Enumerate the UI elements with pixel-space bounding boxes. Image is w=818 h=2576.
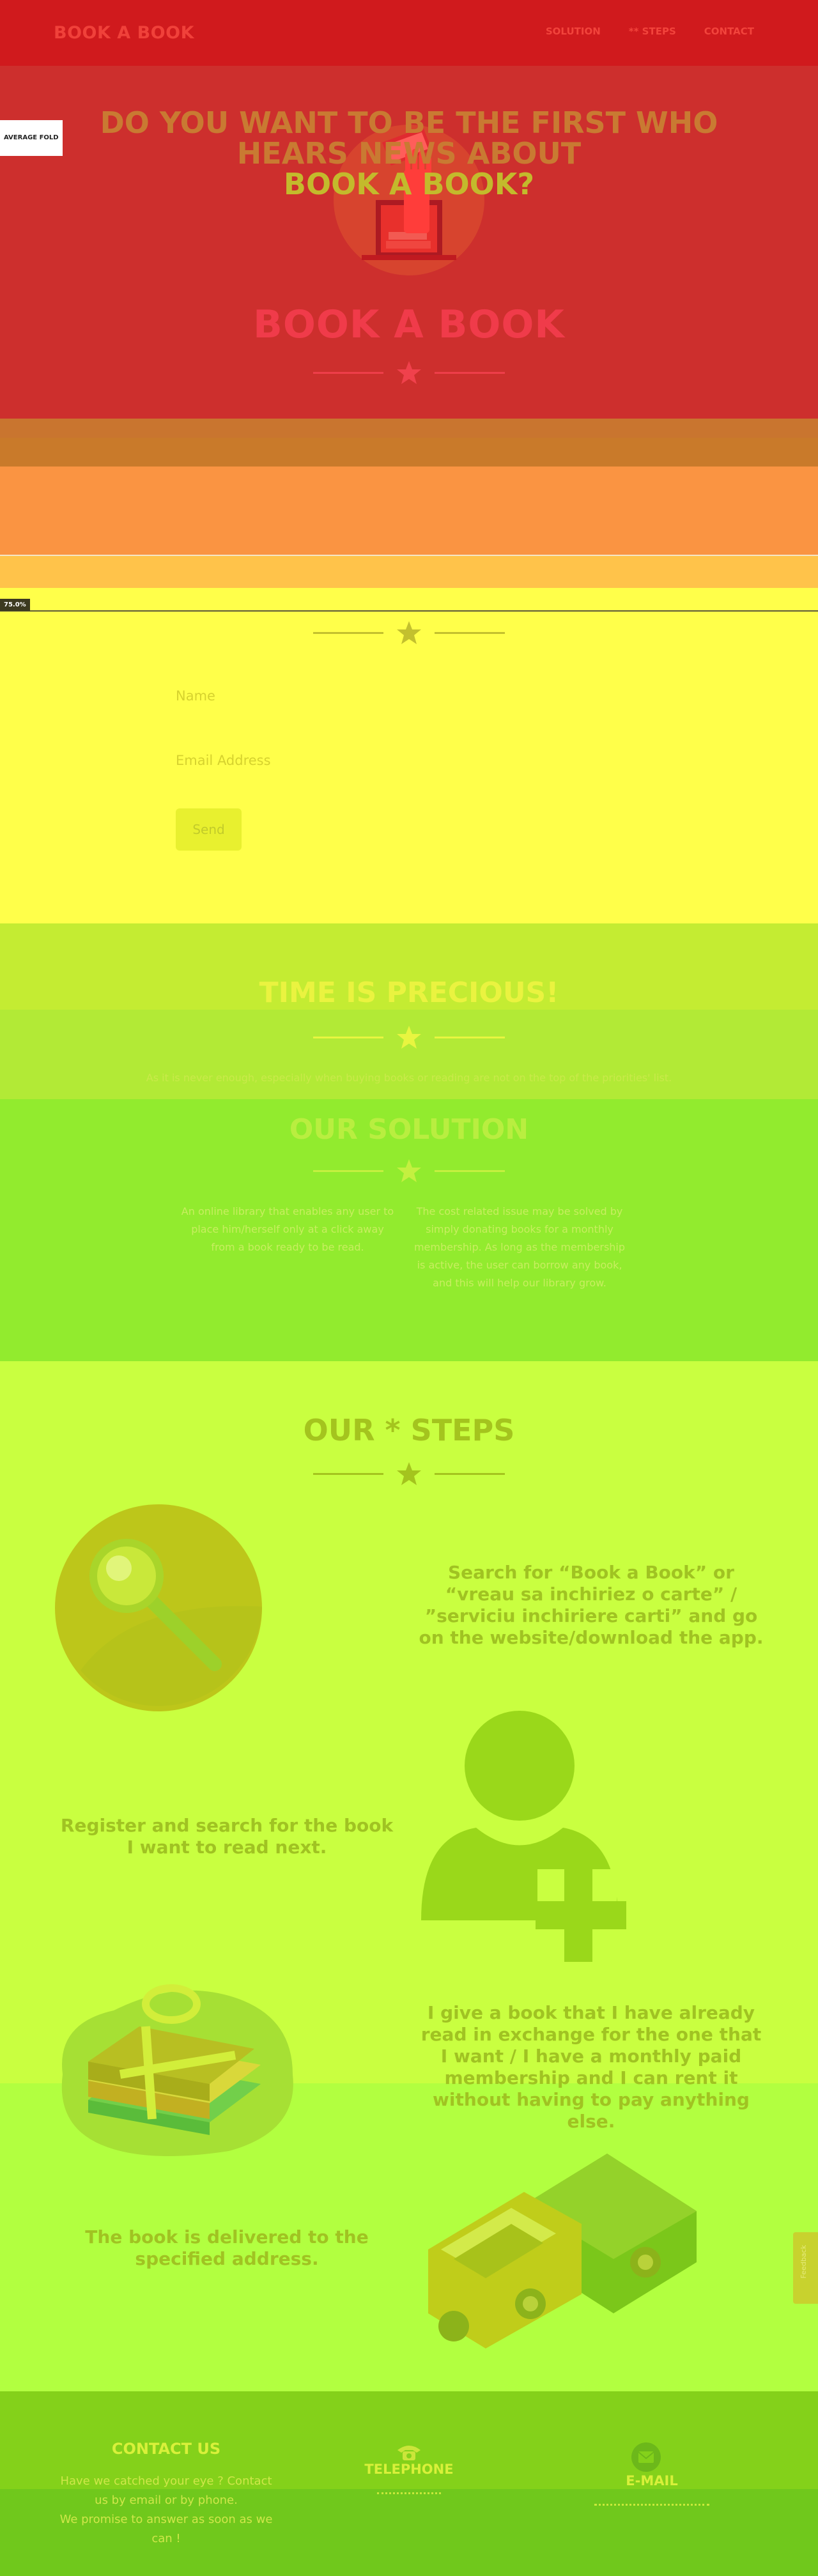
add-user-icon [421, 1711, 626, 1962]
time-title: TIME IS PRECIOUS! [259, 976, 559, 1009]
step-4-text: The book is delivered to the specified a… [85, 2226, 369, 2269]
percent-label: 75.0% [0, 599, 30, 611]
step-3-text: I give a book that I have already read i… [421, 2002, 762, 2132]
feedback-label: Feedback [799, 2245, 808, 2279]
brand-logo[interactable]: BOOK A BOOK [54, 23, 194, 43]
nav-link-steps[interactable]: ** STEPS [629, 26, 676, 37]
solution-divider [313, 1158, 505, 1184]
star-icon [397, 1462, 421, 1485]
telephone-value[interactable] [377, 2492, 441, 2494]
magnifier-icon [55, 1504, 262, 1711]
band [0, 419, 818, 438]
page: BOOK A BOOK SOLUTION ** STEPS CONTACT BO… [0, 0, 818, 2576]
star-icon [397, 621, 421, 644]
star-icon [397, 1026, 421, 1049]
band [0, 1010, 818, 1099]
send-button[interactable]: Send [176, 808, 242, 851]
band [0, 467, 818, 556]
email-input[interactable]: Email Address [176, 753, 271, 768]
step-1-text: Search for “Book a Book” or “vreau sa in… [419, 1562, 764, 1648]
contact-title: CONTACT US [111, 2440, 221, 2458]
hero-divider [313, 360, 505, 385]
nav-links: SOLUTION ** STEPS CONTACT [546, 26, 754, 37]
steps-title: OUR * STEPS [303, 1413, 515, 1447]
fold-line [0, 555, 818, 556]
fold-line [0, 610, 818, 612]
nav-link-contact[interactable]: CONTACT [704, 26, 754, 37]
star-icon [397, 361, 421, 384]
top-navbar: BOOK A BOOK SOLUTION ** STEPS CONTACT [0, 0, 818, 66]
band [0, 556, 818, 588]
feedback-tab[interactable]: Feedback [793, 2232, 818, 2304]
nav-link-solution[interactable]: SOLUTION [546, 26, 601, 37]
average-fold-label: AVERAGE FOLD [0, 120, 63, 156]
subscribe-title-line1: DO YOU WANT TO BE THE FIRST WHO [100, 105, 718, 140]
email-title: E-MAIL [626, 2473, 678, 2488]
solution-title: OUR SOLUTION [289, 1113, 529, 1146]
subscribe-title: AVERAGE FOLD DO YOU WANT TO BE THE FIRST… [0, 107, 818, 199]
delivery-truck-icon [428, 2154, 697, 2348]
solution-column-1: An online library that enables any user … [181, 1205, 394, 1253]
subscribe-title-line3: BOOK A BOOK? [283, 167, 535, 201]
contact-text-2: We promise to answer as soon as we can ! [59, 2513, 273, 2545]
solution-column-2: The cost related issue may be solved by … [413, 1205, 626, 1289]
subscribe-divider [313, 620, 505, 645]
telephone-title: TELEPHONE [364, 2462, 454, 2477]
steps-divider [313, 1461, 505, 1486]
contact-text-1: Have we catched your eye ? Contact us by… [60, 2474, 272, 2507]
telephone-icon [397, 2446, 421, 2460]
star-icon [397, 1159, 421, 1182]
hero-title: BOOK A BOOK [253, 302, 565, 347]
subscribe-title-line2: HEARS NEWS ABOUT [236, 136, 582, 171]
email-value[interactable] [594, 2504, 709, 2506]
time-divider [313, 1024, 505, 1050]
gift-books-icon [61, 1984, 293, 2156]
time-text: As it is never enough, especially when b… [146, 1072, 672, 1084]
band [0, 438, 818, 467]
email-icon [631, 2442, 661, 2472]
name-input[interactable]: Name [176, 688, 215, 704]
step-2-text: Register and search for the book I want … [60, 1815, 394, 1858]
